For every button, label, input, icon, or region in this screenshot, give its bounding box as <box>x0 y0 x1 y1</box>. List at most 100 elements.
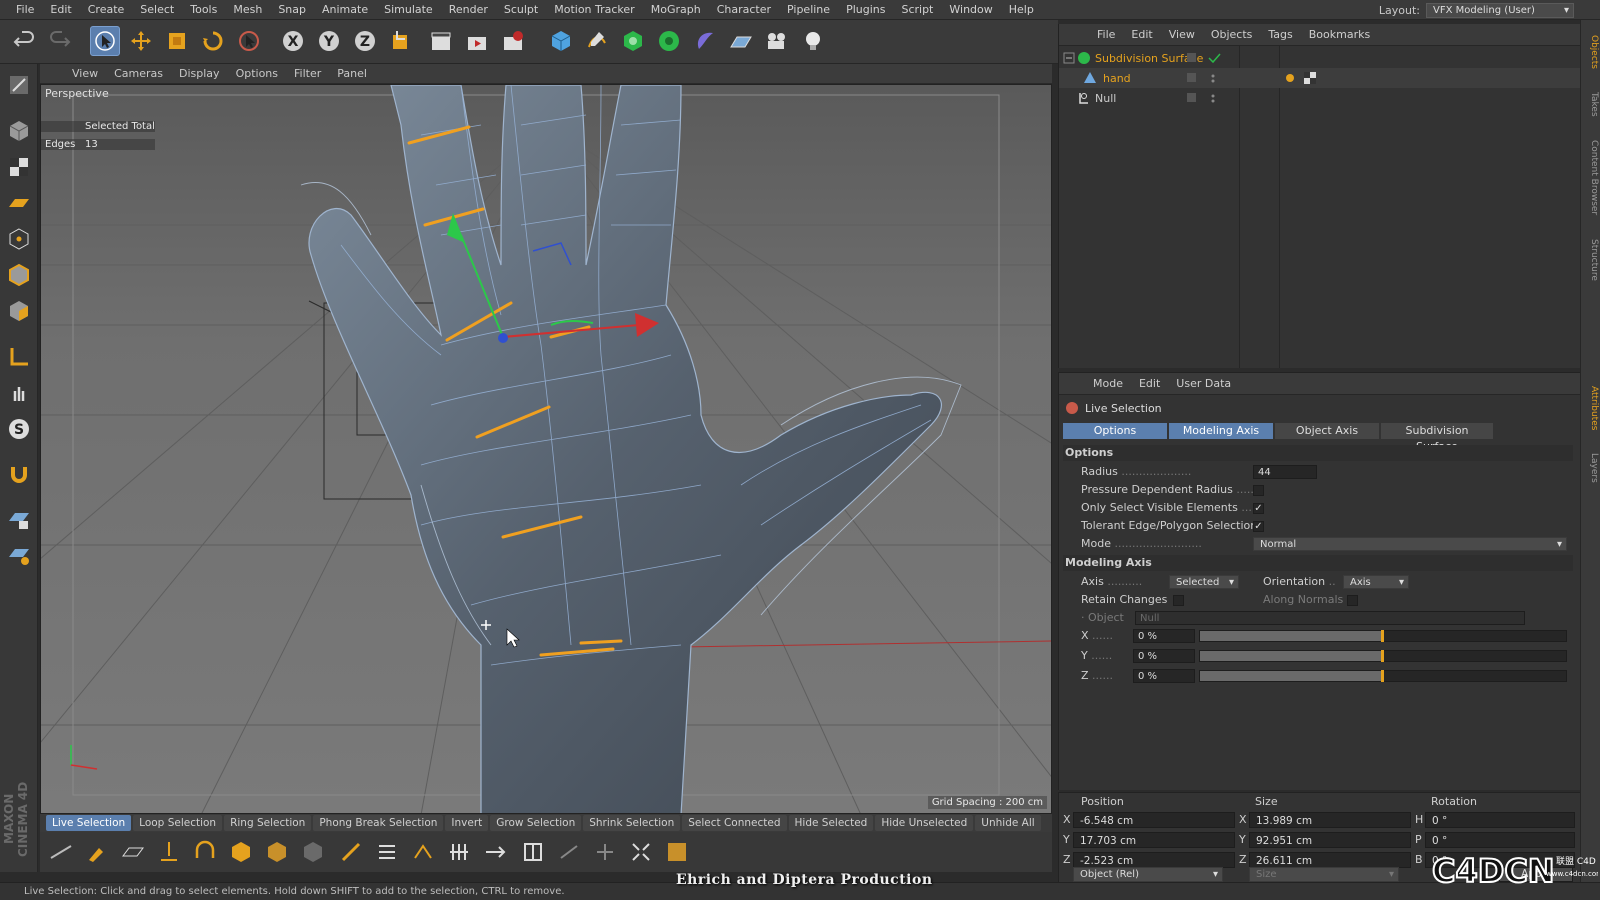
viewport-menu-cameras[interactable]: Cameras <box>106 67 171 80</box>
menu-create[interactable]: Create <box>80 0 133 20</box>
pos-z-input[interactable]: -2.523 cm <box>1073 852 1235 868</box>
retain-changes-checkbox[interactable] <box>1173 595 1184 606</box>
pos-y-input[interactable]: 17.703 cm <box>1073 832 1235 848</box>
object-link-field[interactable]: Null <box>1135 611 1525 625</box>
menu-tools[interactable]: Tools <box>182 0 225 20</box>
rot-h-input[interactable]: 0 ° <box>1425 812 1575 828</box>
mode-select[interactable]: Normal <box>1253 537 1567 552</box>
size-mode-select[interactable]: Size <box>1249 867 1399 882</box>
menu-select[interactable]: Select <box>132 0 182 20</box>
phong-break-selection-tool[interactable]: Phong Break Selection <box>313 815 444 831</box>
unhide-all-tool[interactable]: Unhide All <box>975 815 1041 831</box>
extrude-button[interactable] <box>154 837 184 867</box>
radius-input[interactable]: 44 <box>1253 465 1317 479</box>
menu-help[interactable]: Help <box>1001 0 1042 20</box>
options-section-header[interactable]: Options <box>1063 445 1573 461</box>
rail-tab-objects[interactable]: Objects <box>1583 26 1599 78</box>
edge-to-spline-button[interactable] <box>554 837 584 867</box>
visible-elements-checkbox[interactable]: ✓ <box>1253 503 1264 514</box>
layout-select[interactable]: VFX Modeling (User) <box>1426 2 1574 18</box>
polygon-pen-button[interactable] <box>118 837 148 867</box>
object-row-subdivision-surface[interactable]: Subdivision Surface <box>1059 48 1581 68</box>
rotate-tool-button[interactable] <box>198 26 228 56</box>
weld-button[interactable] <box>444 837 474 867</box>
menu-simulate[interactable]: Simulate <box>376 0 441 20</box>
viewport-menu-display[interactable]: Display <box>171 67 228 80</box>
axis-select[interactable]: Selected <box>1169 575 1239 590</box>
om-menu-file[interactable]: File <box>1089 28 1123 41</box>
mirror-button[interactable] <box>518 837 548 867</box>
menu-animate[interactable]: Animate <box>314 0 376 20</box>
coordinate-system-button[interactable] <box>386 26 416 56</box>
model-mode-button[interactable] <box>4 116 34 146</box>
brush-button[interactable] <box>82 837 112 867</box>
shrink-selection-tool[interactable]: Shrink Selection <box>583 815 681 831</box>
tab-options[interactable]: Options <box>1063 423 1167 439</box>
points-mode-button[interactable] <box>4 224 34 254</box>
y-axis-lock-button[interactable]: Y <box>314 26 344 56</box>
scale-tool-button[interactable] <box>162 26 192 56</box>
render-settings-button[interactable] <box>498 26 528 56</box>
orientation-select[interactable]: Axis <box>1343 575 1409 590</box>
hide-unselected-tool[interactable]: Hide Unselected <box>875 815 974 831</box>
tab-object-axis[interactable]: Object Axis <box>1275 423 1379 439</box>
hide-selected-tool[interactable]: Hide Selected <box>788 815 874 831</box>
array-button[interactable] <box>654 26 684 56</box>
modeling-axis-section-header[interactable]: Modeling Axis <box>1063 555 1573 571</box>
undo-button[interactable] <box>10 26 40 56</box>
am-menu-mode[interactable]: Mode <box>1085 377 1131 390</box>
axis-x-input[interactable]: 0 % <box>1133 629 1195 643</box>
select-connected-tool[interactable]: Select Connected <box>682 815 787 831</box>
recent-tool-button[interactable] <box>234 26 264 56</box>
om-menu-edit[interactable]: Edit <box>1123 28 1160 41</box>
deformer-button[interactable] <box>690 26 720 56</box>
light-button[interactable] <box>798 26 828 56</box>
menu-mesh[interactable]: Mesh <box>225 0 270 20</box>
object-row-hand[interactable]: hand <box>1059 68 1581 88</box>
rail-tab-attributes[interactable]: Attributes <box>1583 376 1599 440</box>
menu-character[interactable]: Character <box>709 0 779 20</box>
visibility-dots-icon[interactable] <box>1187 72 1223 84</box>
rot-p-input[interactable]: 0 ° <box>1425 832 1575 848</box>
tweak-mode-button[interactable] <box>4 378 34 408</box>
size-x-input[interactable]: 13.989 cm <box>1249 812 1411 828</box>
spline-pen-button[interactable] <box>582 26 612 56</box>
add-point-button[interactable] <box>590 837 620 867</box>
om-menu-objects[interactable]: Objects <box>1203 28 1261 41</box>
invert-selection-tool[interactable]: Invert <box>445 815 489 831</box>
axis-y-slider[interactable] <box>1199 650 1567 662</box>
move-tool-button[interactable] <box>126 26 156 56</box>
viewport-camera-label[interactable]: Perspective <box>45 87 109 100</box>
z-axis-lock-button[interactable]: Z <box>350 26 380 56</box>
menu-sculpt[interactable]: Sculpt <box>496 0 546 20</box>
viewport-menu-view[interactable]: View <box>64 67 106 80</box>
pressure-radius-checkbox[interactable] <box>1253 485 1264 496</box>
object-name[interactable]: hand <box>1103 72 1131 85</box>
axis-y-input[interactable]: 0 % <box>1133 649 1195 663</box>
cube-primitive-button[interactable] <box>546 26 576 56</box>
redo-button[interactable] <box>44 26 74 56</box>
object-name[interactable]: Null <box>1095 92 1116 105</box>
x-axis-lock-button[interactable]: X <box>278 26 308 56</box>
live-selection-button[interactable] <box>90 26 120 56</box>
render-view-button[interactable] <box>426 26 456 56</box>
magnet-button[interactable] <box>4 460 34 490</box>
axis-z-input[interactable]: 0 % <box>1133 669 1195 683</box>
bridge-button[interactable] <box>190 837 220 867</box>
rail-tab-structure[interactable]: Structure <box>1583 232 1599 288</box>
menu-edit[interactable]: Edit <box>42 0 79 20</box>
object-box-button[interactable] <box>662 837 692 867</box>
am-menu-edit[interactable]: Edit <box>1131 377 1168 390</box>
floor-button[interactable] <box>726 26 756 56</box>
am-menu-user-data[interactable]: User Data <box>1168 377 1239 390</box>
coordinate-mode-select[interactable]: Object (Rel) <box>1073 867 1223 882</box>
viewport-menu-options[interactable]: Options <box>228 67 286 80</box>
viewport-menu-panel[interactable]: Panel <box>329 67 375 80</box>
make-editable-button[interactable] <box>4 70 34 100</box>
planar-workplane-button[interactable] <box>4 540 34 570</box>
axis-y-slider-knob[interactable] <box>1381 650 1384 662</box>
menu-file[interactable]: File <box>8 0 42 20</box>
axis-x-slider[interactable] <box>1199 630 1567 642</box>
object-row-null[interactable]: Null <box>1059 88 1581 108</box>
menu-window[interactable]: Window <box>941 0 1000 20</box>
